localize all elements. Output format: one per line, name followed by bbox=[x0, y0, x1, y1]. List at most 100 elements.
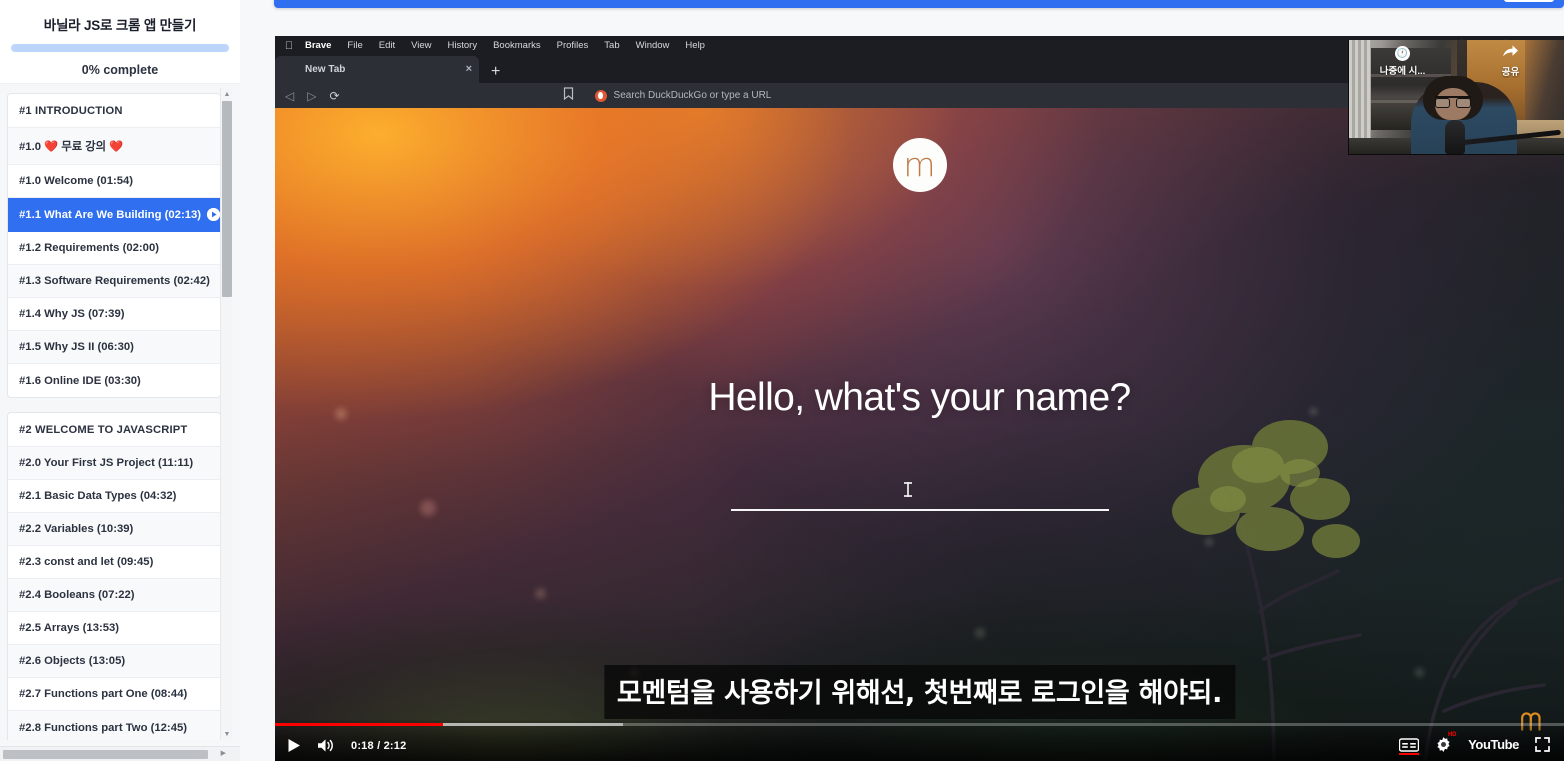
browser-tab-label: New Tab bbox=[305, 64, 345, 75]
video-played-bar bbox=[275, 723, 443, 726]
lesson-list-scroll-area[interactable]: #1 INTRODUCTION #1.0 ❤️ 무료 강의 ❤️ #1.0 We… bbox=[0, 85, 228, 740]
lesson-item-active[interactable]: #1.1 What Are We Building (02:13) bbox=[8, 198, 220, 232]
course-progress-label: 0% complete bbox=[10, 63, 230, 77]
video-subtitle-container: 모멘텀을 사용하기 위해선, 첫번째로 로그인을 해야되. bbox=[604, 665, 1235, 719]
lesson-item[interactable]: #2.4 Booleans (07:22) bbox=[8, 579, 220, 612]
lesson-label: #1.0 ❤️ 무료 강의 ❤️ bbox=[19, 138, 123, 154]
lesson-item[interactable]: #2.8 Functions part Two (12:45) bbox=[8, 711, 220, 740]
lesson-label: #2.2 Variables (10:39) bbox=[19, 523, 133, 535]
greeting-text: Hello, what's your name? bbox=[708, 376, 1130, 420]
sidebar-vertical-scrollbar[interactable]: ▲ ▼ bbox=[220, 88, 232, 740]
top-banner-button[interactable] bbox=[1504, 0, 1554, 2]
video-player[interactable]:  Brave File Edit View History Bookmarks… bbox=[275, 36, 1564, 761]
lesson-item[interactable]: #1.5 Why JS II (06:30) bbox=[8, 331, 220, 364]
watch-later-button[interactable]: 🕐 나중에 시... bbox=[1367, 44, 1439, 78]
menu-item-tab[interactable]: Tab bbox=[596, 40, 627, 51]
video-overlay-actions: 🕐 나중에 시... 공유 bbox=[1349, 44, 1564, 78]
menu-item-edit[interactable]: Edit bbox=[371, 40, 403, 51]
volume-button[interactable] bbox=[317, 738, 335, 753]
webcam-overlay: 🕐 나중에 시... 공유 bbox=[1348, 40, 1564, 155]
lesson-label: #1.0 Welcome (01:54) bbox=[19, 175, 133, 187]
clock-icon: 🕐 bbox=[1367, 44, 1439, 61]
apple-logo-icon[interactable]:  bbox=[281, 40, 297, 52]
duckduckgo-icon bbox=[595, 90, 607, 102]
momentum-logo: m bbox=[893, 138, 947, 192]
sidebar-hscroll-thumb[interactable] bbox=[3, 750, 208, 759]
lesson-item[interactable]: #2.3 const and let (09:45) bbox=[8, 546, 220, 579]
settings-quality-badge: HD bbox=[1448, 732, 1456, 738]
course-title: 바닐라 JS로 크롬 앱 만들기 bbox=[10, 8, 230, 44]
menu-item-brave[interactable]: Brave bbox=[297, 40, 339, 51]
menu-item-history[interactable]: History bbox=[440, 40, 486, 51]
course-sidebar: 바닐라 JS로 크롬 앱 만들기 0% complete #1 INTRODUC… bbox=[0, 0, 240, 761]
player-controls-right: HD YouTube bbox=[1399, 736, 1550, 753]
top-blue-banner bbox=[274, 0, 1564, 8]
section-card-2: #2 WELCOME TO JAVASCRIPT #2.0 Your First… bbox=[7, 412, 221, 740]
settings-button[interactable]: HD bbox=[1435, 736, 1452, 753]
lesson-item[interactable]: #1.0 ❤️ 무료 강의 ❤️ bbox=[8, 128, 220, 165]
lesson-item[interactable]: #1.6 Online IDE (03:30) bbox=[8, 364, 220, 397]
browser-tab-new-tab[interactable]: New Tab × bbox=[275, 56, 479, 83]
lesson-item[interactable]: #2.6 Objects (13:05) bbox=[8, 645, 220, 678]
scroll-up-arrow-icon[interactable]: ▲ bbox=[221, 88, 233, 100]
forward-arrow-icon[interactable]: ▷ bbox=[307, 90, 316, 102]
reload-icon[interactable]: ⟳ bbox=[329, 90, 339, 102]
bokeh-dot bbox=[975, 628, 985, 638]
new-tab-button[interactable]: + bbox=[491, 65, 500, 79]
lesson-item[interactable]: #2.1 Basic Data Types (04:32) bbox=[8, 480, 220, 513]
lesson-item[interactable]: #1.4 Why JS (07:39) bbox=[8, 298, 220, 331]
lesson-item[interactable]: #2.0 Your First JS Project (11:11) bbox=[8, 447, 220, 480]
scroll-down-arrow-icon[interactable]: ▼ bbox=[221, 728, 233, 740]
lesson-label: #2.6 Objects (13:05) bbox=[19, 655, 125, 667]
share-arrow-icon bbox=[1475, 44, 1547, 62]
fullscreen-button[interactable] bbox=[1535, 737, 1550, 752]
video-player-controls: 0:18 / 2:12 HD YouTube bbox=[275, 720, 1564, 761]
captions-button[interactable] bbox=[1399, 738, 1419, 752]
play-icon bbox=[207, 208, 220, 221]
bookmark-icon[interactable] bbox=[563, 87, 574, 105]
app-root: 바닐라 JS로 크롬 앱 만들기 0% complete #1 INTRODUC… bbox=[0, 0, 1564, 761]
menu-item-view[interactable]: View bbox=[403, 40, 439, 51]
lesson-label: #2.8 Functions part Two (12:45) bbox=[19, 722, 187, 734]
menu-item-bookmarks[interactable]: Bookmarks bbox=[485, 40, 549, 51]
bokeh-dot bbox=[335, 408, 347, 420]
scroll-right-arrow-icon[interactable]: ▶ bbox=[221, 749, 226, 757]
lesson-item[interactable]: #2.5 Arrays (13:53) bbox=[8, 612, 220, 645]
lesson-item[interactable]: #1.0 Welcome (01:54) bbox=[8, 165, 220, 198]
lesson-item[interactable]: #1.3 Software Requirements (02:42) bbox=[8, 265, 220, 298]
play-button[interactable] bbox=[287, 738, 301, 753]
course-header: 바닐라 JS로 크롬 앱 만들기 0% complete bbox=[0, 0, 240, 84]
lesson-label: #2.3 const and let (09:45) bbox=[19, 556, 153, 568]
lesson-label: #2.5 Arrays (13:53) bbox=[19, 622, 119, 634]
omnibox-placeholder: Search DuckDuckGo or type a URL bbox=[614, 90, 772, 101]
share-button[interactable]: 공유 bbox=[1475, 44, 1547, 78]
youtube-logo-label[interactable]: YouTube bbox=[1468, 737, 1519, 752]
bokeh-dot bbox=[535, 588, 546, 599]
sidebar-horizontal-scrollbar[interactable]: ▶ bbox=[0, 746, 240, 761]
section-title-2: #2 WELCOME TO JAVASCRIPT bbox=[8, 413, 220, 447]
lesson-item[interactable]: #1.2 Requirements (02:00) bbox=[8, 232, 220, 265]
menu-item-profiles[interactable]: Profiles bbox=[549, 40, 597, 51]
menu-item-help[interactable]: Help bbox=[677, 40, 713, 51]
omnibox[interactable]: Search DuckDuckGo or type a URL bbox=[595, 87, 1454, 105]
menu-item-window[interactable]: Window bbox=[628, 40, 678, 51]
lesson-label: #1.4 Why JS (07:39) bbox=[19, 308, 124, 320]
menu-item-file[interactable]: File bbox=[339, 40, 370, 51]
lesson-item[interactable]: #2.2 Variables (10:39) bbox=[8, 513, 220, 546]
lesson-label: #2.0 Your First JS Project (11:11) bbox=[19, 457, 193, 469]
lesson-item[interactable]: #2.7 Functions part One (08:44) bbox=[8, 678, 220, 711]
momentum-new-tab-screen[interactable]: m Hello, what's your name? 모멘텀을 사용하기 위해선… bbox=[275, 108, 1564, 761]
name-input-field[interactable] bbox=[731, 509, 1109, 511]
captions-active-underline bbox=[1399, 753, 1419, 755]
lesson-label: #2.1 Basic Data Types (04:32) bbox=[19, 490, 176, 502]
sidebar-scroll-thumb[interactable] bbox=[222, 101, 232, 297]
watch-later-label: 나중에 시... bbox=[1367, 63, 1439, 77]
share-label: 공유 bbox=[1475, 64, 1547, 78]
video-subtitle: 모멘텀을 사용하기 위해선, 첫번째로 로그인을 해야되. bbox=[604, 665, 1235, 719]
video-progress-bar[interactable] bbox=[275, 723, 1564, 726]
back-arrow-icon[interactable]: ◁ bbox=[285, 90, 294, 102]
video-time-display: 0:18 / 2:12 bbox=[351, 740, 406, 752]
lesson-label: #1.1 What Are We Building (02:13) bbox=[19, 209, 201, 221]
lesson-label: #1.6 Online IDE (03:30) bbox=[19, 375, 141, 387]
close-icon[interactable]: × bbox=[466, 63, 472, 75]
